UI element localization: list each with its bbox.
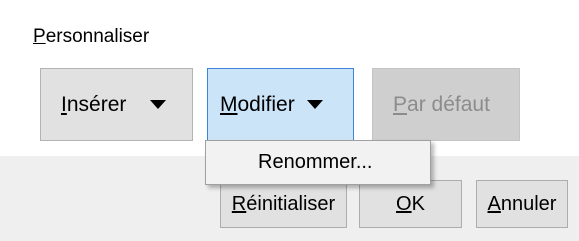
section-label-mnemonic: P [33,26,46,47]
default-button-label: ar défaut [407,92,490,116]
section-label-text: ersonnaliser [45,26,150,47]
ok-button-label: K [411,192,425,215]
section-label-personnaliser: Personnaliser [33,26,149,48]
insert-button[interactable]: Insérer [40,68,193,141]
cancel-button-label: nnuler [500,192,557,215]
ok-button[interactable]: OK [359,180,462,228]
dropdown-arrow-icon [306,100,323,109]
modify-button-label: odifier [237,92,295,116]
insert-button-label: nsérer [66,92,127,116]
default-button[interactable]: Par défaut [372,68,520,141]
reset-button-label: éinitialiser [246,192,336,215]
ok-button-mnemonic: O [396,192,412,215]
cancel-button[interactable]: Annuler [476,180,568,228]
modify-button[interactable]: Modifier [207,68,354,141]
menu-item-rename[interactable]: Renommer... [258,151,372,174]
modify-dropdown-menu: Renommer... [205,140,431,185]
reset-button-mnemonic: R [231,192,247,215]
dropdown-arrow-icon [150,100,167,109]
modify-button-mnemonic: M [220,92,238,116]
cancel-button-mnemonic: A [487,192,501,215]
reset-button[interactable]: Réinitialiser [220,180,347,228]
default-button-mnemonic: P [393,92,408,116]
